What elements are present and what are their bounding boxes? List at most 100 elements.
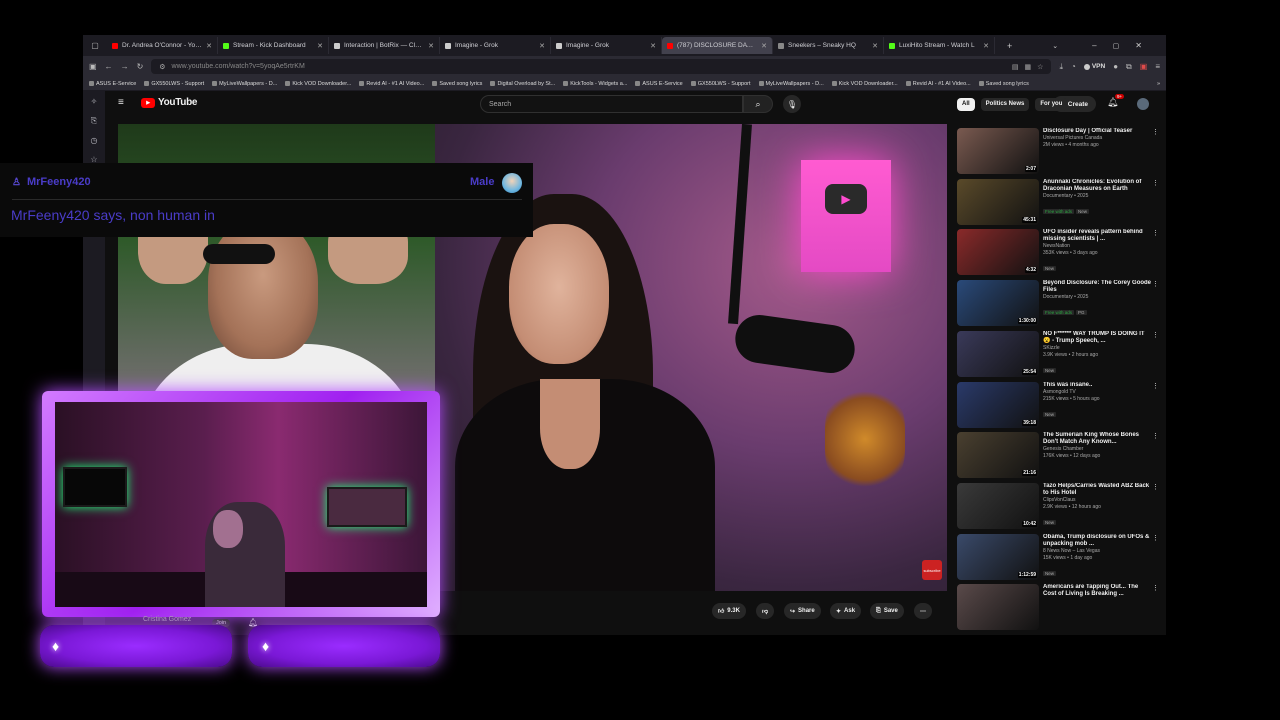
bookmarks-overflow-icon[interactable]: » <box>1157 81 1160 87</box>
more-vertical-icon[interactable]: ⋮ <box>1152 432 1159 440</box>
bookmark-item[interactable]: MyLiveWallpapers - D... <box>758 81 824 87</box>
youtube-logo[interactable]: ▶ YouTube <box>141 97 198 108</box>
downloads-icon[interactable]: ⤓ <box>1059 62 1063 72</box>
browser-tab[interactable]: Imagine - Grok ✕ <box>551 37 662 54</box>
video-channel[interactable]: Documentary • 2025 <box>1043 193 1153 200</box>
extensions-icon[interactable]: ⧉ <box>1126 62 1132 72</box>
bookmark-item[interactable]: GX550LWS - Support <box>144 81 204 87</box>
menu-icon[interactable]: ≡ <box>1155 62 1160 71</box>
save-button[interactable]: ⎘ Save <box>870 603 904 619</box>
voice-search-button[interactable]: 🎙︎ <box>783 95 801 113</box>
video-thumbnail[interactable]: 45:31 <box>957 178 1039 225</box>
bookmark-item[interactable]: Saved song lyrics <box>432 81 482 87</box>
more-actions-button[interactable]: ⋯ <box>914 603 932 619</box>
browser-tab[interactable]: Interaction | BotRix — Cloud St ✕ <box>329 37 440 54</box>
screenshot-icon[interactable]: ▦ <box>1025 63 1032 71</box>
bookmark-item[interactable]: MyLiveWallpapers - D... <box>212 81 277 87</box>
more-vertical-icon[interactable]: ⋮ <box>1152 280 1159 288</box>
tab-overview-icon[interactable]: ▢ <box>83 41 107 50</box>
video-title[interactable]: NO F****** WAY TRUMP IS DOING IT 😮 - Tru… <box>1043 331 1153 345</box>
reader-icon[interactable]: ▤ <box>1012 63 1019 71</box>
video-channel[interactable]: 8 News Now – Las Vegas <box>1043 548 1153 555</box>
recommended-video[interactable]: 1:30:00 Beyond Disclosure: The Corey Good… <box>957 280 1163 327</box>
recommended-video[interactable]: 10:42 Tazo Helps/Carries Wasted ABZ Back … <box>957 482 1163 529</box>
bookmark-item[interactable]: Revid AI - #1 AI Video... <box>905 81 971 87</box>
vpn-button[interactable]: VPN <box>1083 63 1105 70</box>
video-title[interactable]: This was insane.. <box>1043 382 1153 389</box>
sidebar-toggle-icon[interactable]: ▣ <box>89 62 97 71</box>
tab-close-icon[interactable]: ✕ <box>428 42 434 50</box>
history-icon[interactable]: ◔ <box>1071 62 1076 71</box>
more-vertical-icon[interactable]: ⋮ <box>1152 584 1159 592</box>
filter-chip[interactable]: All <box>957 97 975 111</box>
synced-tabs-icon[interactable]: ⎘ <box>91 116 97 126</box>
filter-chip[interactable]: For you <box>1035 97 1068 111</box>
reload-icon[interactable]: ↻ <box>137 62 144 71</box>
bookmark-star-icon[interactable]: ☆ <box>1037 63 1043 71</box>
url-field[interactable]: ⚙ www.youtube.com/watch?v=5yoqAe5rtrKM ▤… <box>151 59 1052 74</box>
video-thumbnail[interactable]: 4:32 <box>957 229 1039 276</box>
tab-list-icon[interactable]: ⌄ <box>1052 42 1058 50</box>
video-channel[interactable]: ClipsVonClaus <box>1043 497 1153 504</box>
video-thumbnail[interactable]: 1:30:00 <box>957 280 1039 327</box>
tab-close-icon[interactable]: ✕ <box>539 42 545 50</box>
video-channel[interactable]: Documentary • 2025 <box>1043 294 1153 301</box>
bookmark-item[interactable]: ASUS E-Service <box>89 81 136 87</box>
video-title[interactable]: Tazo Helps/Carries Wasted ABZ Back to Hi… <box>1043 483 1153 497</box>
profile-icon[interactable]: ● <box>1113 62 1118 71</box>
search-button[interactable]: ⌕ <box>743 95 773 113</box>
recommended-video[interactable]: 21:16 The Sumerian King Whose Bones Don't… <box>957 432 1163 479</box>
bookmark-item[interactable]: KickTools - Widgets a... <box>563 81 627 87</box>
account-avatar[interactable] <box>1137 98 1149 110</box>
bookmark-item[interactable]: Revid AI - #1 AI Video... <box>359 81 424 87</box>
recommended-video[interactable]: 2:07 Disclosure Day | Official Teaser Univ… <box>957 128 1163 174</box>
bookmark-item[interactable]: ASUS E-Service <box>635 81 683 87</box>
video-thumbnail[interactable]: 25:54 <box>957 330 1039 377</box>
tab-close-icon[interactable]: ✕ <box>872 42 878 50</box>
tab-close-icon[interactable]: ✕ <box>317 42 323 50</box>
site-info-icon[interactable]: ⚙ <box>159 63 165 71</box>
video-title[interactable]: Americans are Tapping Out... The Cost of… <box>1043 584 1153 598</box>
video-channel[interactable]: SKizzle <box>1043 345 1153 352</box>
ai-sparkle-icon[interactable]: ✧ <box>91 97 98 106</box>
video-thumbnail[interactable]: 2:07 <box>957 128 1039 174</box>
close-window-icon[interactable]: ✕ <box>1135 41 1142 50</box>
tab-close-icon[interactable]: ✕ <box>761 42 767 50</box>
recommended-video[interactable]: 45:31 Anunnaki Chronicles: Evolution of D… <box>957 178 1163 225</box>
video-channel[interactable]: Genesis Chamber <box>1043 446 1153 453</box>
video-title[interactable]: Anunnaki Chronicles: Evolution of Dracon… <box>1043 179 1153 193</box>
more-vertical-icon[interactable]: ⋮ <box>1152 128 1159 136</box>
browser-tab[interactable]: Imagine - Grok ✕ <box>440 37 551 54</box>
video-thumbnail[interactable] <box>957 584 1039 631</box>
tab-close-icon[interactable]: ✕ <box>650 42 656 50</box>
bookmark-item[interactable]: Digital Overload by St... <box>490 81 555 87</box>
guide-menu-icon[interactable]: ≡ <box>118 98 128 108</box>
share-button[interactable]: ↪ Share <box>784 603 821 619</box>
recommended-video[interactable]: Americans are Tapping Out... The Cost of… <box>957 584 1163 631</box>
video-channel[interactable]: Asmongold TV <box>1043 389 1153 396</box>
ask-button[interactable]: ✦ Ask <box>830 603 862 619</box>
maximize-icon[interactable]: ▢ <box>1113 42 1120 50</box>
browser-tab[interactable]: Dr. Andrea O'Connor - YouTube✕ <box>107 37 218 54</box>
browser-tab[interactable]: (787) DISCLOSURE DAY WILL R ✕ <box>662 37 773 54</box>
filter-chip[interactable]: Politics News <box>980 97 1030 111</box>
video-thumbnail[interactable]: 21:16 <box>957 432 1039 479</box>
browser-tab[interactable]: Stream - Kick Dashboard ✕ <box>218 37 329 54</box>
bookmark-item[interactable]: Kick VOD Downloader... <box>831 81 898 87</box>
video-channel[interactable]: NewsNation <box>1043 243 1153 250</box>
history-side-icon[interactable]: ◷ <box>91 136 98 145</box>
browser-tab[interactable]: LuxiHito Stream - Watch L ✕ <box>884 37 995 54</box>
video-channel[interactable]: Universal Pictures Canada <box>1043 135 1153 142</box>
video-title[interactable]: Beyond Disclosure: The Corey Goode Files <box>1043 280 1153 294</box>
bookmark-item[interactable]: Kick VOD Downloader... <box>285 81 351 87</box>
more-vertical-icon[interactable]: ⋮ <box>1152 331 1159 339</box>
recommended-video[interactable]: 25:54 NO F****** WAY TRUMP IS DOING IT 😮 … <box>957 330 1163 377</box>
browser-tab[interactable]: Sneekers – Sneaky HQ ✕ <box>773 37 884 54</box>
new-tab-icon[interactable]: + <box>1007 41 1012 51</box>
like-button[interactable]: 👍︎ 9.3K <box>712 603 746 619</box>
video-thumbnail[interactable]: 39:18 <box>957 381 1039 428</box>
recommended-video[interactable]: 1:12:59 Obama, Trump disclosure on UFOs &… <box>957 533 1163 580</box>
more-vertical-icon[interactable]: ⋮ <box>1152 534 1159 542</box>
video-title[interactable]: UFO insider reveals pattern behind missi… <box>1043 229 1153 243</box>
video-title[interactable]: The Sumerian King Whose Bones Don't Matc… <box>1043 432 1153 446</box>
